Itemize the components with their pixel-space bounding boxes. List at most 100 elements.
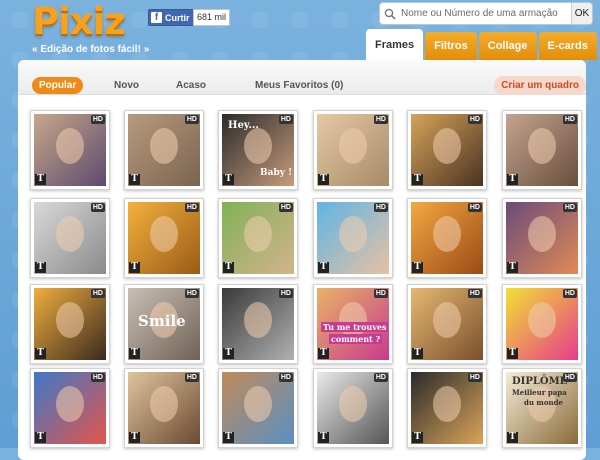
tab-frames[interactable]: Frames (366, 29, 424, 60)
frame-preview-image: HD T (128, 202, 200, 274)
frame-thumbnail[interactable]: HD T (407, 110, 487, 190)
portrait-shape (150, 216, 178, 252)
text-badge-icon: T (507, 262, 518, 273)
frames-panel: Popular Novo Acaso Meus Favoritos (0) Cr… (18, 60, 586, 460)
hd-badge: HD (562, 203, 577, 212)
text-badge-icon: T (223, 348, 234, 359)
hd-badge: HD (184, 115, 199, 124)
text-badge-icon: T (507, 174, 518, 185)
frame-preview-image: HD T (411, 114, 483, 186)
frame-caption: du monde (524, 398, 563, 407)
search-box: OK (379, 2, 593, 25)
text-badge-icon: T (35, 174, 46, 185)
portrait-shape (244, 302, 272, 338)
portrait-shape (528, 216, 556, 252)
hd-badge: HD (184, 203, 199, 212)
text-badge-icon: T (223, 432, 234, 443)
frame-thumbnail[interactable]: HD T (502, 284, 582, 364)
hd-badge: HD (184, 373, 199, 382)
text-badge-icon: T (129, 174, 140, 185)
text-badge-icon: T (129, 432, 140, 443)
hd-badge: HD (278, 203, 293, 212)
frame-preview-image: HD T (411, 202, 483, 274)
frame-preview-image: Tu me trouves comment ? HD T (317, 288, 389, 360)
frame-thumbnail[interactable]: HD T (313, 110, 393, 190)
frame-thumbnail[interactable]: Tu me trouves comment ? HD T (313, 284, 393, 364)
frame-preview-image: HD T (317, 202, 389, 274)
tab-e-cards[interactable]: E-cards (538, 32, 597, 60)
portrait-shape (528, 128, 556, 164)
tab-collage[interactable]: Collage (478, 32, 537, 60)
portrait-shape (56, 216, 84, 252)
text-badge-icon: T (507, 432, 518, 443)
text-badge-icon: T (412, 174, 423, 185)
frame-thumbnail[interactable]: HD T (124, 368, 204, 448)
frame-thumbnail[interactable]: HD T (124, 198, 204, 278)
create-frame-button[interactable]: Criar um quadro (494, 76, 586, 95)
frame-caption: DIPLÔME (512, 376, 568, 387)
facebook-like-count: 681 mil (193, 9, 231, 26)
portrait-shape (56, 128, 84, 164)
text-badge-icon: T (318, 348, 329, 359)
portrait-shape (339, 128, 367, 164)
frame-preview-image: HD T (222, 372, 294, 444)
frame-caption: Tu me trouves (321, 322, 389, 332)
frame-thumbnail[interactable]: HD T (407, 368, 487, 448)
frame-thumbnail[interactable]: HD T (407, 284, 487, 364)
search-ok-button[interactable]: OK (571, 3, 592, 24)
hd-badge: HD (467, 115, 482, 124)
frame-thumbnail[interactable]: HD T (502, 198, 582, 278)
frame-thumbnail[interactable]: HD T (30, 110, 110, 190)
frame-thumbnail[interactable]: HD T (218, 198, 298, 278)
frame-thumbnail[interactable]: HD T (313, 368, 393, 448)
frame-caption: Baby ! (260, 168, 293, 178)
frame-thumbnail[interactable]: HD T (313, 198, 393, 278)
frame-preview-image: HD T (34, 288, 106, 360)
frame-preview-image: HD T (411, 288, 483, 360)
portrait-shape (339, 386, 367, 422)
frame-preview-image: Hey... Baby ! HD T (222, 114, 294, 186)
search-icon (384, 8, 396, 20)
portrait-shape (528, 302, 556, 338)
hd-badge: HD (373, 289, 388, 298)
filter-meus-favoritos[interactable]: Meus Favoritos (0) (255, 80, 343, 91)
portrait-shape (339, 216, 367, 252)
frame-thumbnail[interactable]: HD T (30, 368, 110, 448)
filter-acaso[interactable]: Acaso (176, 80, 206, 91)
tagline: « Edição de fotos fácil! » (32, 44, 150, 55)
facebook-like-button[interactable]: f Curtir (148, 9, 195, 26)
hd-badge: HD (278, 289, 293, 298)
frame-thumbnail[interactable]: HD T (502, 110, 582, 190)
pixiz-logo[interactable]: Pixiz (32, 0, 126, 43)
frame-caption: Hey... (228, 120, 259, 131)
text-badge-icon: T (318, 262, 329, 273)
filter-popular[interactable]: Popular (32, 77, 84, 94)
text-badge-icon: T (507, 348, 518, 359)
text-badge-icon: T (318, 174, 329, 185)
frame-thumbnail[interactable]: Smile HD T (124, 284, 204, 364)
text-badge-icon: T (35, 432, 46, 443)
text-badge-icon: T (129, 348, 140, 359)
hd-badge: HD (562, 289, 577, 298)
text-badge-icon: T (223, 174, 234, 185)
frame-thumbnail[interactable]: HD T (218, 368, 298, 448)
filter-novo[interactable]: Novo (114, 80, 139, 91)
frame-thumbnail[interactable]: HD T (30, 284, 110, 364)
frame-preview-image: HD T (506, 114, 578, 186)
search-input[interactable] (399, 7, 563, 20)
frame-caption: comment ? (329, 334, 383, 344)
filter-bar: Popular Novo Acaso Meus Favoritos (0) Cr… (18, 60, 586, 95)
portrait-shape (150, 386, 178, 422)
frame-thumbnail[interactable]: HD T (407, 198, 487, 278)
frame-thumbnail[interactable]: Hey... Baby ! HD T (218, 110, 298, 190)
frame-preview-image: HD T (222, 288, 294, 360)
frame-thumbnail[interactable]: HD T (124, 110, 204, 190)
frame-thumbnail[interactable]: HD T (30, 198, 110, 278)
frame-thumbnail[interactable]: HD T (218, 284, 298, 364)
frame-preview-image: HD T (222, 202, 294, 274)
hd-badge: HD (90, 115, 105, 124)
portrait-shape (433, 128, 461, 164)
tab-filtros[interactable]: Filtros (425, 32, 477, 60)
frame-thumbnail[interactable]: DIPLÔME Meilleur papa du monde HD T (502, 368, 582, 448)
main-tabs: Frames Filtros Collage E-cards (366, 29, 599, 60)
